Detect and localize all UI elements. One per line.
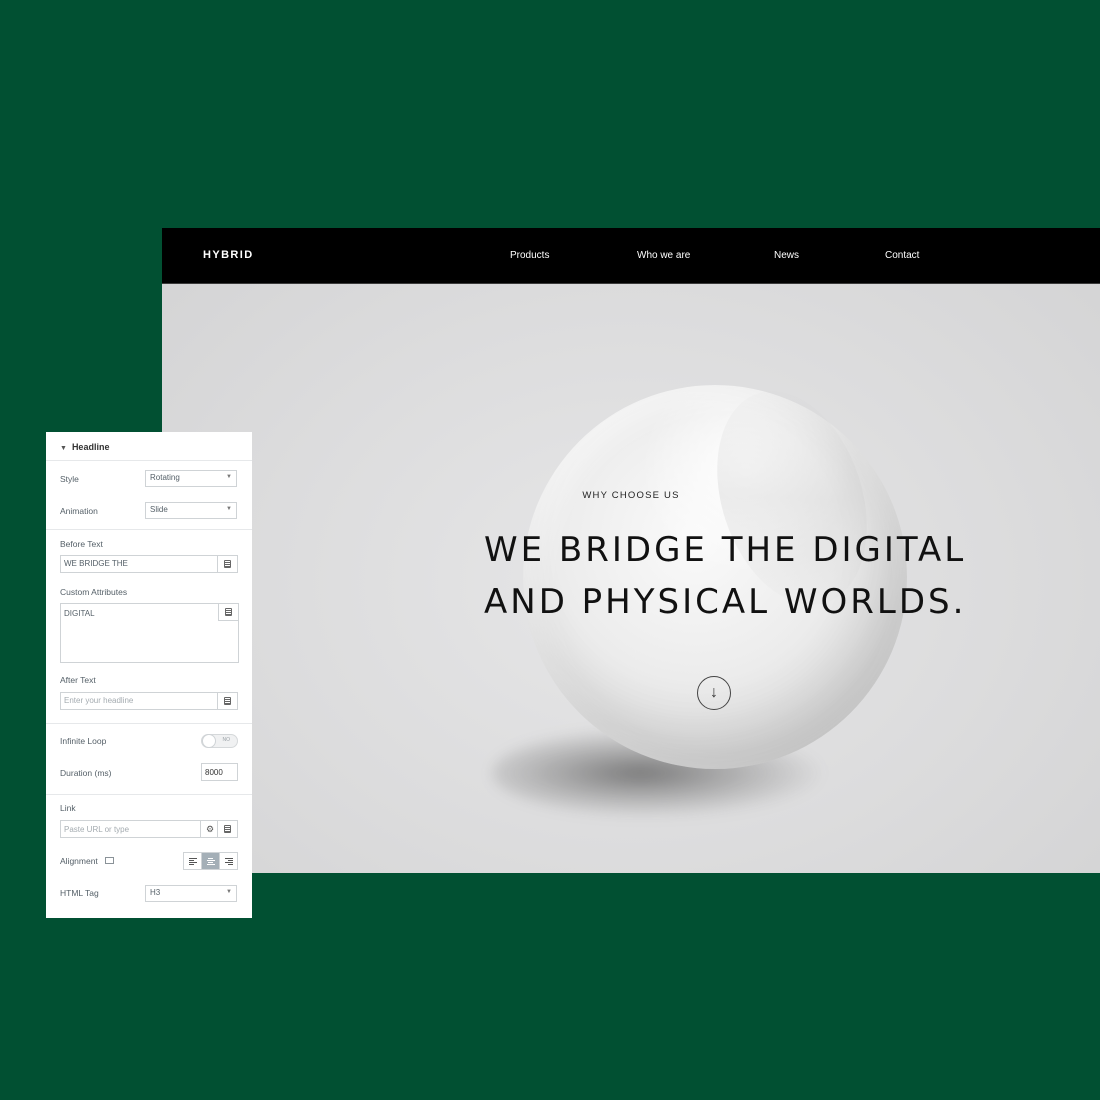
before-text-label: Before Text — [60, 539, 103, 549]
style-label: Style — [60, 474, 79, 484]
align-center-icon — [206, 857, 215, 865]
headline-line-1: WE BRIDGE THE DIGITAL — [484, 530, 967, 570]
headline-settings-panel: ▼ Headline Style Rotating ▼ Animation Sli… — [46, 432, 252, 918]
before-text-input[interactable]: WE BRIDGE THE — [60, 555, 238, 573]
desktop-responsive-icon[interactable] — [104, 857, 114, 865]
dynamic-tags-button[interactable] — [217, 692, 237, 710]
align-left-icon — [188, 857, 197, 865]
caret-down-icon: ▼ — [60, 445, 67, 452]
gear-icon: ⚙ — [205, 823, 215, 834]
after-text-placeholder: Enter your headline — [64, 696, 134, 705]
dropdown-arrow-icon: ▼ — [226, 506, 232, 512]
style-select[interactable]: Rotating ▼ — [145, 470, 237, 487]
link-placeholder: Paste URL or type — [64, 825, 130, 834]
custom-attributes-textarea[interactable]: DIGITAL — [60, 603, 239, 663]
html-tag-select[interactable]: H3 ▼ — [145, 885, 237, 902]
divider — [46, 529, 252, 530]
nav-who-we-are[interactable]: Who we are — [637, 250, 690, 261]
scroll-down-button[interactable]: ↓ — [697, 676, 731, 710]
align-right-button[interactable] — [220, 853, 237, 869]
before-text-value: WE BRIDGE THE — [64, 559, 128, 568]
duration-value: 8000 — [205, 768, 223, 777]
dropdown-arrow-icon: ▼ — [226, 474, 232, 480]
duration-input[interactable]: 8000 — [201, 763, 238, 781]
nav-contact[interactable]: Contact — [885, 250, 919, 261]
database-icon — [224, 697, 231, 705]
after-text-label: After Text — [60, 675, 96, 685]
toggle-state: NO — [222, 737, 231, 743]
custom-attributes-label: Custom Attributes — [60, 587, 128, 597]
animation-label: Animation — [60, 506, 98, 516]
custom-attributes-value: DIGITAL — [64, 609, 95, 618]
headline-line-2: AND PHYSICAL WORLDS. — [484, 582, 967, 622]
link-input[interactable]: Paste URL or type ⚙ — [60, 820, 238, 838]
nav-products[interactable]: Products — [510, 250, 549, 261]
nav-news[interactable]: News — [774, 250, 799, 261]
dropdown-arrow-icon: ▼ — [226, 889, 232, 895]
arrow-down-icon: ↓ — [710, 684, 718, 701]
animation-select[interactable]: Slide ▼ — [145, 502, 237, 519]
section-title: Headline — [71, 442, 110, 452]
section-eyebrow: WHY CHOOSE US — [582, 490, 680, 501]
align-right-icon — [224, 857, 233, 865]
align-left-button[interactable] — [184, 853, 202, 869]
database-icon — [225, 607, 232, 616]
dynamic-tags-button[interactable] — [218, 603, 238, 621]
toggle-knob — [202, 734, 216, 748]
divider — [46, 794, 252, 795]
divider — [46, 460, 252, 461]
database-icon — [224, 560, 231, 568]
animation-select-value: Slide — [150, 505, 168, 514]
divider — [46, 723, 252, 724]
infinite-loop-label: Infinite Loop — [60, 736, 107, 746]
after-text-input[interactable]: Enter your headline — [60, 692, 238, 710]
dynamic-tags-button[interactable] — [217, 555, 237, 573]
duration-label: Duration (ms) — [60, 768, 112, 778]
alignment-label: Alignment — [60, 856, 114, 866]
alignment-control — [183, 852, 238, 870]
html-tag-value: H3 — [150, 888, 161, 897]
dynamic-tags-button[interactable] — [217, 820, 237, 838]
database-icon — [224, 825, 231, 833]
website-preview: HYBRID Products Who we are News Contact … — [162, 228, 1100, 873]
infinite-loop-toggle[interactable]: NO — [201, 734, 238, 748]
style-select-value: Rotating — [150, 473, 180, 482]
alignment-label-text: Alignment — [60, 856, 98, 866]
site-logo[interactable]: HYBRID — [203, 249, 254, 261]
link-label: Link — [60, 803, 76, 813]
hero-headline: WE BRIDGE THE DIGITAL AND PHYSICAL WORLD… — [484, 524, 1004, 628]
section-toggle-headline[interactable]: ▼ Headline — [60, 442, 109, 452]
top-navigation: HYBRID Products Who we are News Contact — [162, 228, 1100, 284]
align-center-button[interactable] — [202, 853, 220, 869]
html-tag-label: HTML Tag — [60, 888, 99, 898]
